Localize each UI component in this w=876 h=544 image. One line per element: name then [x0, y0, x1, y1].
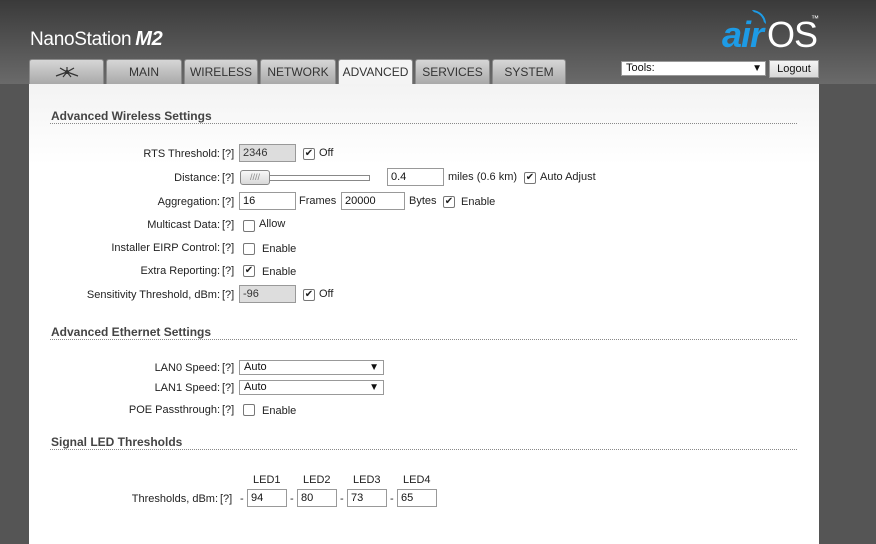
- trademark-mark: ™: [811, 14, 819, 23]
- lan1-help-link[interactable]: [?]: [222, 382, 234, 394]
- section-divider: [50, 449, 797, 450]
- eirp-label: Installer EIRP Control:: [111, 242, 220, 254]
- led4-header: LED4: [403, 474, 431, 486]
- tab-system[interactable]: SYSTEM: [492, 59, 566, 84]
- tab-wireless[interactable]: WIRELESS: [184, 59, 258, 84]
- ubiquiti-logo-icon: [55, 67, 78, 78]
- tab-services[interactable]: SERVICES: [415, 59, 490, 84]
- lan1-speed-select[interactable]: Auto ▼: [239, 380, 384, 395]
- threshold-separator: -: [290, 493, 294, 505]
- aggregation-frames-input[interactable]: 16: [239, 192, 296, 210]
- led2-threshold-input[interactable]: 80: [297, 489, 337, 507]
- lan0-speed-value: Auto: [244, 361, 267, 373]
- logout-button[interactable]: Logout: [769, 60, 819, 78]
- sensitivity-label: Sensitivity Threshold, dBm:: [86, 289, 220, 301]
- lan1-speed-value: Auto: [244, 381, 267, 393]
- dropdown-arrow-icon: ▼: [369, 382, 379, 393]
- sensitivity-input[interactable]: -96: [239, 285, 296, 303]
- rts-threshold-input[interactable]: 2346: [239, 144, 296, 162]
- poe-passthrough-label: POE Passthrough:: [128, 404, 220, 416]
- threshold-separator: -: [390, 493, 394, 505]
- poe-help-link[interactable]: [?]: [222, 404, 234, 416]
- section-divider: [50, 123, 797, 124]
- lan0-help-link[interactable]: [?]: [222, 362, 234, 374]
- thresholds-help-link[interactable]: [?]: [220, 493, 232, 505]
- multicast-allow-label: Allow: [259, 218, 286, 230]
- section-title-ethernet: Advanced Ethernet Settings: [51, 325, 212, 339]
- rts-off-checkbox[interactable]: ✔: [303, 148, 315, 160]
- device-name: NanoStation: [30, 29, 132, 50]
- frames-label: Frames: [299, 195, 337, 207]
- tab-main[interactable]: MAIN: [106, 59, 182, 84]
- eirp-help-link[interactable]: [?]: [222, 242, 234, 254]
- dropdown-arrow-icon: ▼: [369, 362, 379, 373]
- sensitivity-off-label: Off: [319, 288, 334, 300]
- aggregation-enable-label: Enable: [461, 196, 496, 208]
- led3-threshold-input[interactable]: 73: [347, 489, 387, 507]
- lan0-speed-label: LAN0 Speed:: [154, 362, 220, 374]
- extra-reporting-label: Extra Reporting:: [140, 265, 220, 277]
- extra-reporting-checkbox[interactable]: ✔: [243, 265, 255, 277]
- lan1-speed-label: LAN1 Speed:: [154, 382, 220, 394]
- extra-reporting-enable-label: Enable: [262, 266, 297, 278]
- led4-threshold-input[interactable]: 65: [397, 489, 437, 507]
- led1-header: LED1: [253, 474, 281, 486]
- eirp-enable-checkbox[interactable]: [243, 243, 255, 255]
- wifi-wave-icon: [752, 10, 766, 24]
- section-divider: [50, 339, 797, 340]
- aggregation-help-link[interactable]: [?]: [222, 196, 234, 208]
- distance-input[interactable]: 0.4: [387, 168, 444, 186]
- threshold-separator: -: [240, 493, 244, 505]
- airos-logo: air OS ™: [722, 4, 822, 55]
- rts-threshold-label: RTS Threshold:: [143, 148, 220, 160]
- section-title-led: Signal LED Thresholds: [51, 435, 183, 449]
- tools-select-value: Tools:: [626, 62, 655, 74]
- multicast-label: Multicast Data:: [147, 219, 220, 231]
- lan0-speed-select[interactable]: Auto ▼: [239, 360, 384, 375]
- extra-reporting-help-link[interactable]: [?]: [222, 265, 234, 277]
- threshold-separator: -: [340, 493, 344, 505]
- tools-select[interactable]: Tools: ▼: [621, 61, 766, 76]
- thresholds-label: Thresholds, dBm:: [131, 493, 218, 505]
- airos-logo-os: OS: [767, 14, 818, 55]
- distance-help-link[interactable]: [?]: [222, 172, 234, 184]
- multicast-help-link[interactable]: [?]: [222, 219, 234, 231]
- tab-ubiquiti-logo[interactable]: [29, 59, 104, 84]
- sensitivity-off-checkbox[interactable]: ✔: [303, 289, 315, 301]
- aggregation-label: Aggregation:: [157, 196, 220, 208]
- poe-enable-label: Enable: [262, 405, 297, 417]
- section-title-wireless: Advanced Wireless Settings: [51, 109, 212, 123]
- distance-label: Distance:: [174, 172, 220, 184]
- led3-header: LED3: [353, 474, 381, 486]
- device-brand: NanoStation M2: [30, 28, 163, 51]
- tab-advanced[interactable]: ADVANCED: [338, 59, 413, 86]
- dropdown-arrow-icon: ▼: [752, 63, 762, 74]
- led2-header: LED2: [303, 474, 331, 486]
- advanced-panel: Advanced Wireless Settings RTS Threshold…: [29, 84, 819, 544]
- header-bar: NanoStation M2 air OS ™ MAIN WIRELESS NET…: [0, 0, 876, 86]
- rts-help-link[interactable]: [?]: [222, 148, 234, 160]
- auto-adjust-checkbox[interactable]: ✔: [524, 172, 536, 184]
- led1-threshold-input[interactable]: 94: [247, 489, 287, 507]
- multicast-allow-checkbox[interactable]: [243, 220, 255, 232]
- poe-enable-checkbox[interactable]: [243, 404, 255, 416]
- bytes-label: Bytes: [409, 195, 437, 207]
- rts-off-label: Off: [319, 147, 334, 159]
- tab-network[interactable]: NETWORK: [260, 59, 336, 84]
- distance-slider-handle[interactable]: ////: [240, 170, 270, 185]
- sensitivity-help-link[interactable]: [?]: [222, 289, 234, 301]
- aggregation-enable-checkbox[interactable]: ✔: [443, 196, 455, 208]
- eirp-enable-label: Enable: [262, 243, 297, 255]
- auto-adjust-label: Auto Adjust: [540, 171, 596, 183]
- device-model: M2: [135, 28, 163, 50]
- aggregation-bytes-input[interactable]: 20000: [341, 192, 405, 210]
- distance-unit: miles (0.6 km): [448, 171, 518, 183]
